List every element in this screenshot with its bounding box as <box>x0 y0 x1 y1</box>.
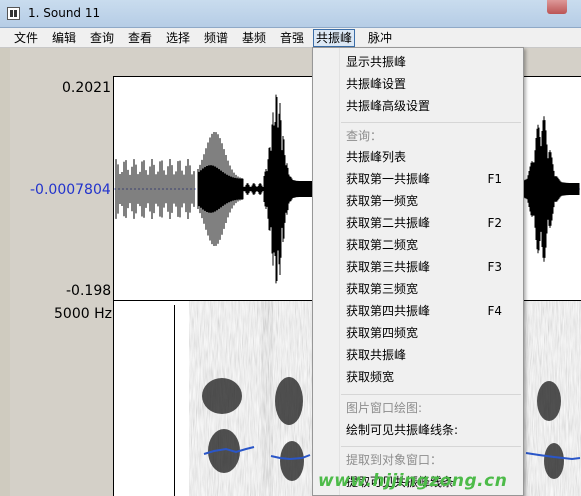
menu-intensity[interactable]: 音强 <box>278 30 306 46</box>
menu-separator <box>341 446 521 447</box>
time-cursor <box>174 305 175 496</box>
watermark-text: www.hjjingzong.cn <box>318 471 508 491</box>
menu-item-get-fourth-bandwidth[interactable]: 获取第四频宽 <box>346 323 516 343</box>
window-title: 1. Sound 11 <box>28 6 101 20</box>
menu-query[interactable]: 查询 <box>88 30 116 46</box>
menu-item-formant-settings[interactable]: 共振峰设置 <box>346 74 516 94</box>
menu-spectrum[interactable]: 频谱 <box>202 30 230 46</box>
menu-item-formant-listing[interactable]: 共振峰列表 <box>346 147 516 167</box>
shortcut-f4: F4 <box>487 304 502 318</box>
menu-item-get-third-formant[interactable]: 获取第三共振峰 F3 <box>346 257 516 277</box>
menu-item-get-third-bandwidth[interactable]: 获取第三频宽 <box>346 279 516 299</box>
menu-item-get-fourth-formant[interactable]: 获取第四共振峰 F4 <box>346 301 516 321</box>
frequency-max-label: 5000 Hz <box>54 306 112 322</box>
shortcut-f3: F3 <box>487 260 502 274</box>
menu-item-get-first-formant[interactable]: 获取第一共振峰 F1 <box>346 169 516 189</box>
menu-header-query: 查询： <box>346 129 383 143</box>
menu-item-get-bandwidth[interactable]: 获取频宽 <box>346 367 516 387</box>
amplitude-max-label: 0.2021 <box>62 80 111 96</box>
shortcut-f2: F2 <box>487 216 502 230</box>
menu-bar: 文件 编辑 查询 查看 选择 频谱 基频 音强 共振峰 脉冲 <box>0 28 581 48</box>
menu-item-draw-visible-formant-contour[interactable]: 绘制可见共振峰线条: <box>346 420 516 440</box>
menu-select[interactable]: 选择 <box>164 30 192 46</box>
menu-formant[interactable]: 共振峰 <box>313 29 356 47</box>
title-bar: 1. Sound 11 <box>0 0 581 28</box>
menu-file[interactable]: 文件 <box>12 30 40 46</box>
menu-separator <box>341 394 521 395</box>
menu-edit[interactable]: 编辑 <box>50 30 78 46</box>
amplitude-min-label: -0.198 <box>66 283 112 299</box>
close-button[interactable] <box>547 0 567 14</box>
menu-item-advanced-settings[interactable]: 共振峰高级设置 <box>346 96 516 116</box>
menu-separator <box>341 122 521 123</box>
menu-item-get-formant[interactable]: 获取共振峰 <box>346 345 516 365</box>
menu-header-draw: 图片窗口绘图: <box>346 401 423 415</box>
menu-item-get-first-bandwidth[interactable]: 获取第一频宽 <box>346 191 516 211</box>
amplitude-cursor-label: -0.0007804 <box>30 182 111 198</box>
menu-item-get-second-bandwidth[interactable]: 获取第二频宽 <box>346 235 516 255</box>
menu-header-extract: 提取到对象窗口： <box>346 453 443 467</box>
formant-menu-dropdown: 显示共振峰 共振峰设置 共振峰高级设置 查询： 共振峰列表 获取第一共振峰 F1 … <box>312 47 524 496</box>
menu-view[interactable]: 查看 <box>126 30 154 46</box>
menu-pitch[interactable]: 基频 <box>240 30 268 46</box>
shortcut-f1: F1 <box>487 172 502 186</box>
menu-item-get-second-formant[interactable]: 获取第二共振峰 F2 <box>346 213 516 233</box>
menu-gutter <box>339 48 340 495</box>
menu-item-show-formants[interactable]: 显示共振峰 <box>346 52 516 72</box>
editor-left-strip <box>0 48 10 496</box>
menu-pulses[interactable]: 脉冲 <box>366 30 394 46</box>
app-icon <box>7 7 20 20</box>
